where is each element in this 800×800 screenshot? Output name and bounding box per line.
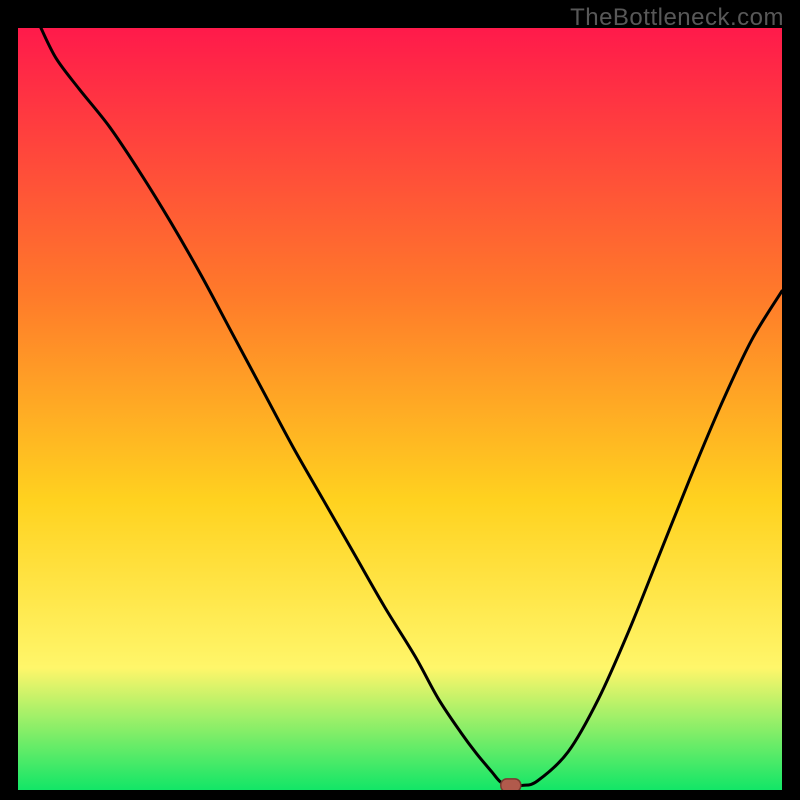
chart-frame: TheBottleneck.com <box>0 0 800 800</box>
gradient-background <box>18 28 782 790</box>
bottleneck-chart <box>18 28 782 790</box>
optimum-marker <box>501 779 521 790</box>
plot-area <box>18 28 782 790</box>
